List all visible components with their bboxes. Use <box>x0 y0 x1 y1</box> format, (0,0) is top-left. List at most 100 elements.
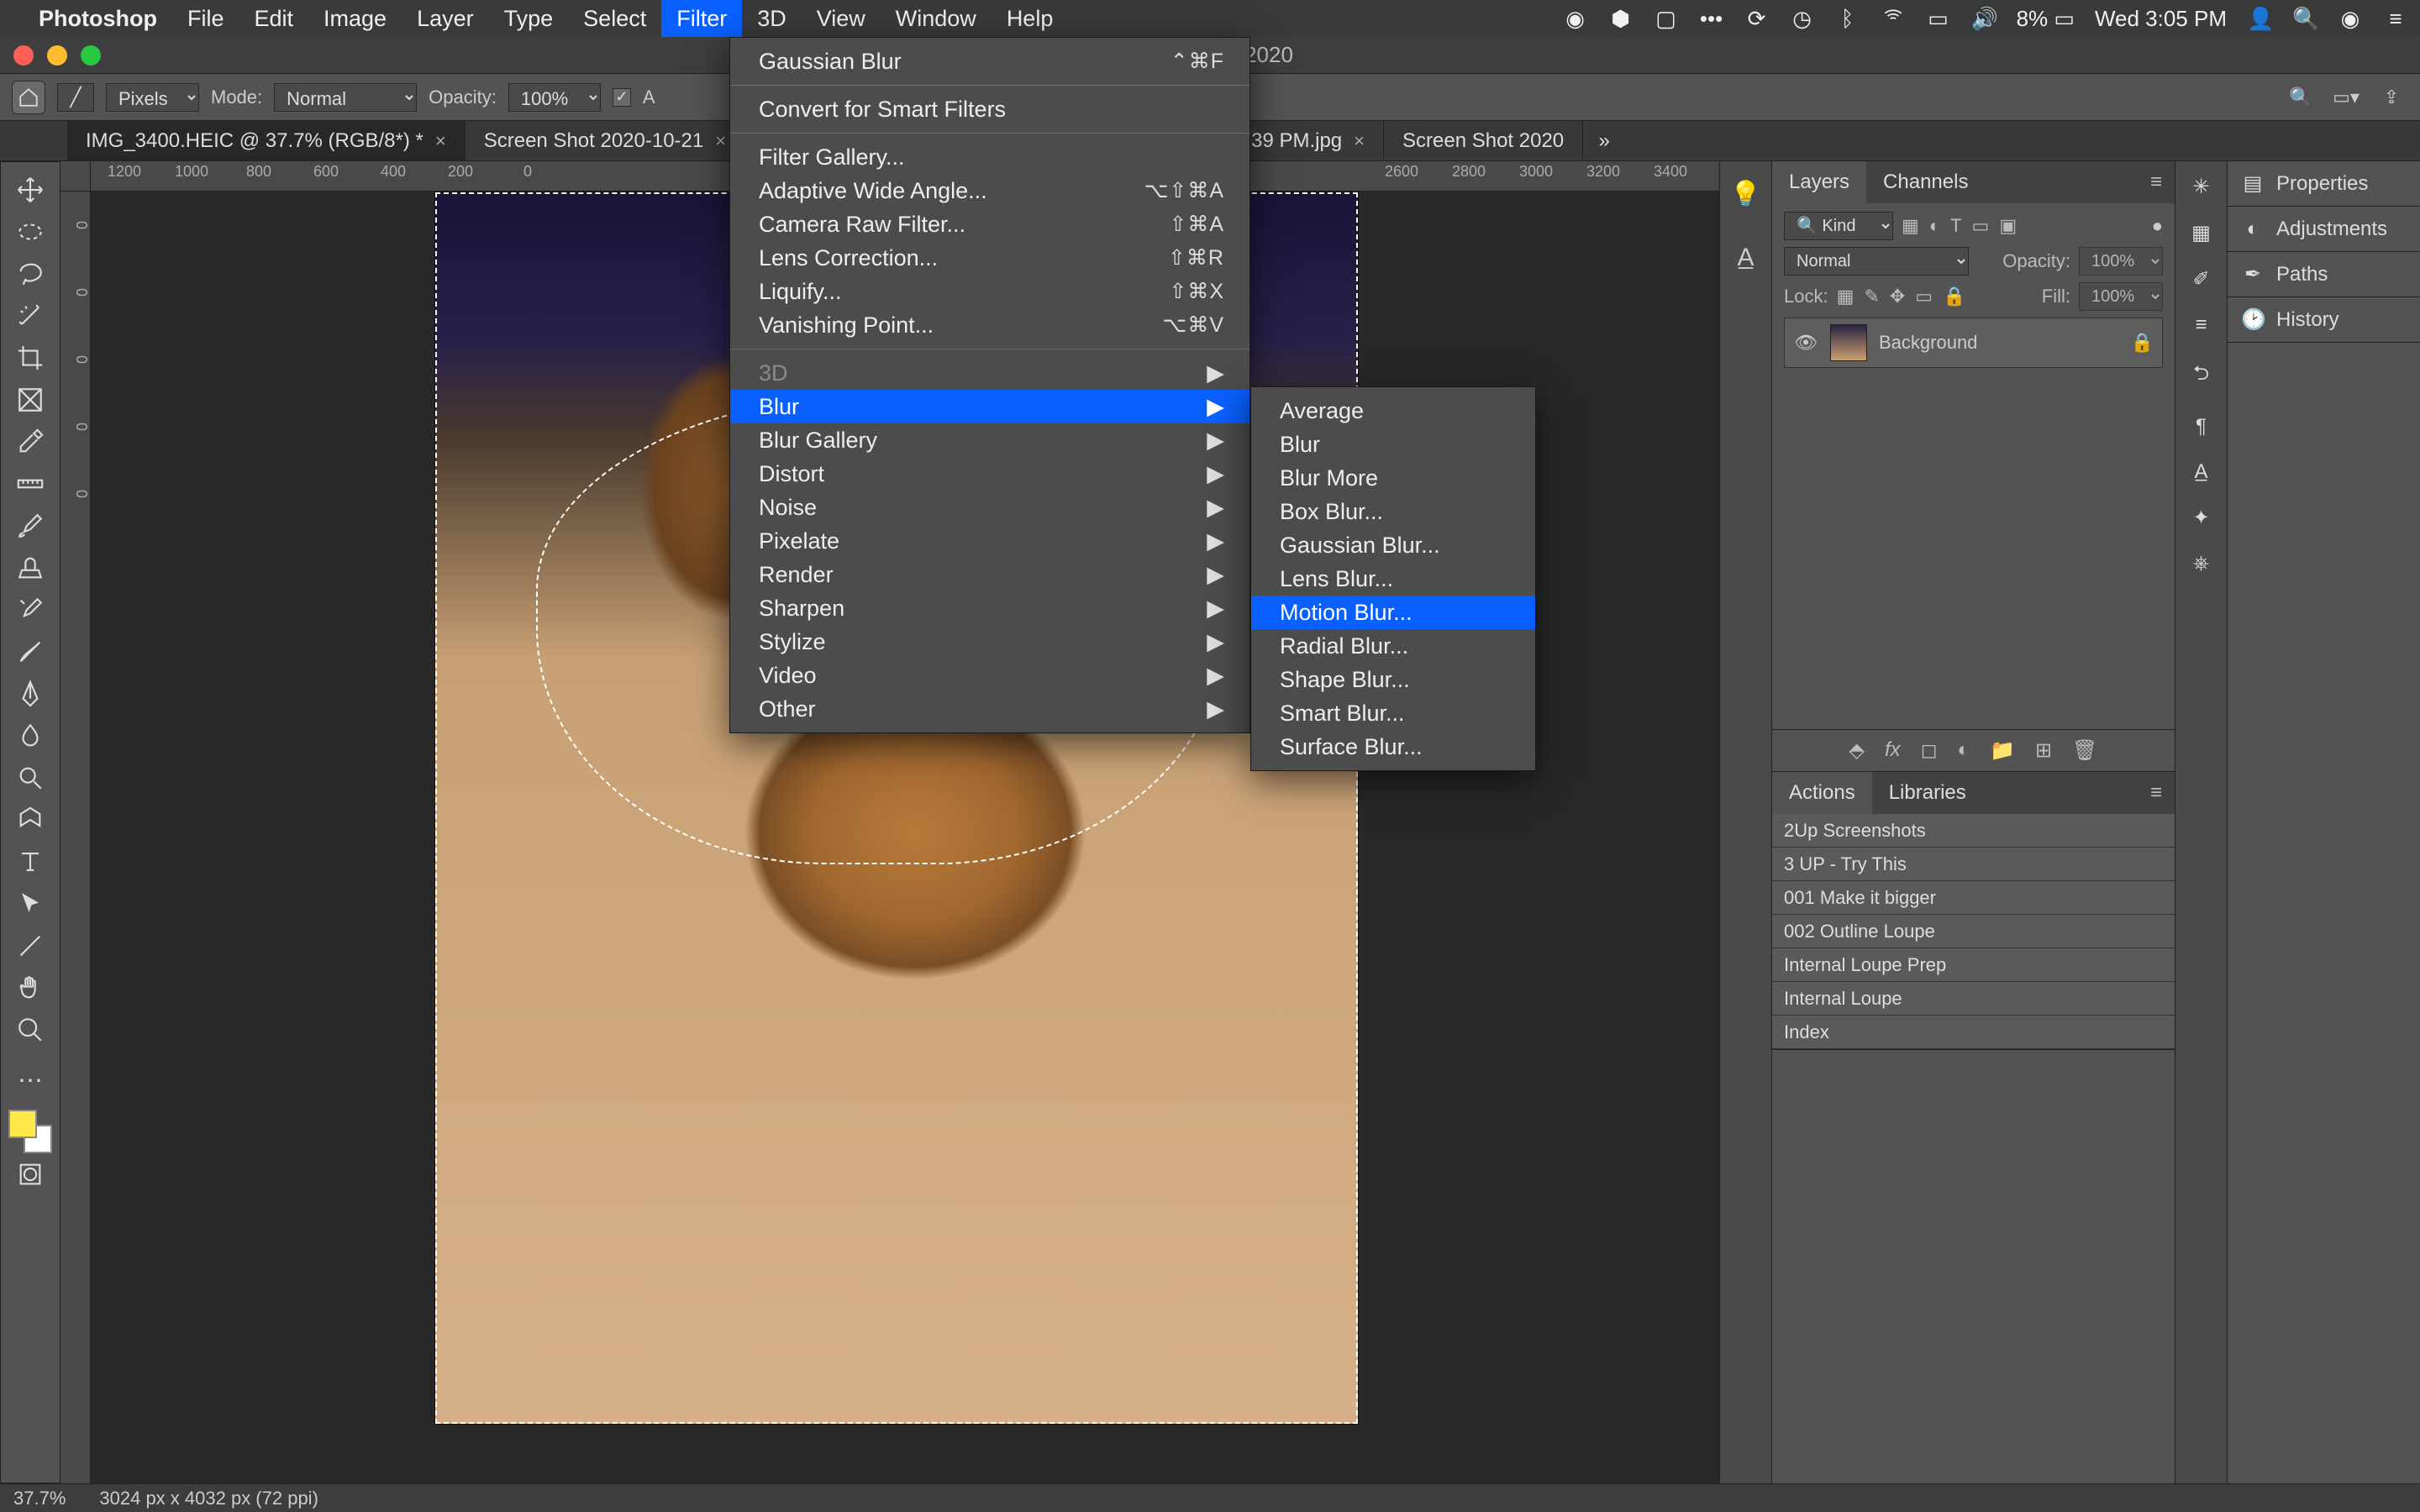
menu-filter[interactable]: Filter <box>661 0 742 37</box>
document-tab[interactable]: IMG_3400.HEIC @ 37.7% (RGB/8*) * × <box>67 121 466 160</box>
styles-panel-icon[interactable]: ✦ <box>2192 506 2209 530</box>
airplay-icon[interactable]: ▢ <box>1654 6 1679 32</box>
unit-select[interactable]: Pixels <box>106 83 199 112</box>
close-tab-icon[interactable]: × <box>715 130 726 152</box>
swatches-panel-icon[interactable]: ▦ <box>2191 221 2211 245</box>
menu-item-vanishing-point[interactable]: Vanishing Point...⌥⌘V <box>730 308 1249 342</box>
menu-image[interactable]: Image <box>308 0 402 37</box>
new-layer-icon[interactable]: ⊞ <box>2035 738 2052 763</box>
edit-toolbar-button[interactable]: ⋯ <box>7 1059 54 1101</box>
menu-item-lens-blur[interactable]: Lens Blur... <box>1251 562 1535 596</box>
home-button[interactable] <box>12 81 45 114</box>
zoom-window-button[interactable] <box>81 45 101 66</box>
filter-pixel-icon[interactable]: ▦ <box>1902 215 1919 237</box>
magic-wand-tool[interactable] <box>7 295 54 337</box>
menu-edit[interactable]: Edit <box>239 0 309 37</box>
action-row[interactable]: Internal Loupe Prep <box>1772 948 2175 982</box>
document-tab[interactable]: 39 PM.jpg × <box>1233 121 1384 160</box>
zoom-level[interactable]: 37.7% <box>13 1488 66 1509</box>
timemachine-icon[interactable]: ◷ <box>1790 6 1815 32</box>
menu-item-box-blur[interactable]: Box Blur... <box>1251 495 1535 528</box>
layer-visibility-icon[interactable]: 👁 <box>1793 332 1818 354</box>
vertical-ruler[interactable]: 00000 <box>60 192 91 1483</box>
anti-alias-checkbox[interactable]: ✓ <box>613 88 631 107</box>
blur-tool[interactable] <box>7 715 54 757</box>
share-icon[interactable]: ⇪ <box>2375 81 2408 114</box>
status-record-icon[interactable]: ◉ <box>1563 6 1588 32</box>
brush-tool[interactable] <box>7 505 54 547</box>
minimize-window-button[interactable] <box>47 45 67 66</box>
menu-item-lens-correction[interactable]: Lens Correction...⇧⌘R <box>730 241 1249 275</box>
color-panel-icon[interactable]: ✳ <box>2192 175 2209 199</box>
filter-smart-icon[interactable]: ▣ <box>1999 215 2017 237</box>
lock-position-icon[interactable]: ✥ <box>1890 286 1905 307</box>
menu-window[interactable]: Window <box>881 0 992 37</box>
color-swatches[interactable] <box>8 1110 52 1153</box>
menu-item-other[interactable]: Other▶ <box>730 692 1249 726</box>
document-info[interactable]: 3024 px x 4032 px (72 ppi) <box>99 1488 318 1509</box>
menu-layer[interactable]: Layer <box>402 0 489 37</box>
layer-row[interactable]: 👁 Background 🔒 <box>1784 318 2163 368</box>
close-window-button[interactable] <box>13 45 34 66</box>
adjustments-panel-tab[interactable]: ◐Adjustments <box>2228 207 2420 252</box>
pen-tool[interactable] <box>7 673 54 715</box>
tool-preset-picker[interactable]: ╱ <box>57 83 94 112</box>
layer-opacity-value[interactable]: 100% <box>2079 247 2163 276</box>
menu-item-render[interactable]: Render▶ <box>730 558 1249 591</box>
menu-item-camera-raw[interactable]: Camera Raw Filter...⇧⌘A <box>730 207 1249 241</box>
frame-tool[interactable] <box>7 379 54 421</box>
paths-panel-tab[interactable]: ✒Paths <box>2228 252 2420 297</box>
line-tool[interactable] <box>7 925 54 967</box>
menu-item-gaussian-blur[interactable]: Gaussian Blur... <box>1251 528 1535 562</box>
filter-adjustment-icon[interactable]: ◐ <box>1929 215 1940 237</box>
menu-item-video[interactable]: Video▶ <box>730 659 1249 692</box>
document-tab[interactable]: Screen Shot 2020 <box>1384 121 1583 160</box>
sync-icon[interactable]: ⟳ <box>1744 6 1770 32</box>
bluetooth-icon[interactable]: ᛒ <box>1835 6 1860 32</box>
learn-panel-icon[interactable]: 💡 <box>1727 175 1765 213</box>
layer-blend-mode[interactable]: Normal <box>1784 247 1969 276</box>
panel-menu-icon[interactable]: ≡ <box>2138 161 2175 203</box>
menu-3d[interactable]: 3D <box>742 0 802 37</box>
lock-transparency-icon[interactable]: ▦ <box>1837 286 1854 307</box>
menu-item-adaptive-wide-angle[interactable]: Adaptive Wide Angle...⌥⇧⌘A <box>730 174 1249 207</box>
eyedropper-tool[interactable] <box>7 421 54 463</box>
layer-mask-icon[interactable]: ◻ <box>1921 738 1938 763</box>
dropbox-icon[interactable]: ⬢ <box>1608 6 1634 32</box>
foreground-color-swatch[interactable] <box>8 1110 37 1138</box>
lock-artboard-icon[interactable]: ▭ <box>1915 286 1933 307</box>
character-panel-icon[interactable]: A̲ <box>2194 460 2207 484</box>
menu-item-blur-more[interactable]: Blur More <box>1251 461 1535 495</box>
lock-image-icon[interactable]: ✎ <box>1864 286 1879 307</box>
history-panel-tab[interactable]: 🕑History <box>2228 297 2420 343</box>
crop-tool[interactable] <box>7 337 54 379</box>
menu-type[interactable]: Type <box>489 0 569 37</box>
brushes-panel-icon[interactable]: ✐ <box>2192 267 2209 291</box>
blend-mode-select[interactable]: Normal <box>274 83 417 112</box>
menu-file[interactable]: File <box>172 0 239 37</box>
user-icon[interactable]: 👤 <box>2247 6 2272 32</box>
document-tab[interactable]: Screen Shot 2020-10-21 × <box>466 121 745 160</box>
libraries-tab[interactable]: Libraries <box>1872 772 1983 814</box>
menu-item-convert-smart[interactable]: Convert for Smart Filters <box>730 92 1249 126</box>
menu-item-distort[interactable]: Distort▶ <box>730 457 1249 491</box>
battery-percent[interactable]: 8% ▭ <box>2017 6 2075 32</box>
artboard-tool[interactable] <box>7 799 54 841</box>
quick-mask-toggle[interactable] <box>7 1153 54 1195</box>
spotlight-icon[interactable]: 🔍 <box>2292 6 2317 32</box>
layer-name[interactable]: Background <box>1879 332 1977 354</box>
clone-source-icon[interactable]: ⮌ <box>2193 359 2209 393</box>
menu-item-noise[interactable]: Noise▶ <box>730 491 1249 524</box>
history-brush-tool[interactable] <box>7 589 54 631</box>
menu-item-pixelate[interactable]: Pixelate▶ <box>730 524 1249 558</box>
volume-icon[interactable]: 🔊 <box>1971 6 1996 32</box>
layer-locked-icon[interactable]: 🔒 <box>2131 332 2154 354</box>
adjustment-layer-icon[interactable]: ◐ <box>1958 738 1970 763</box>
channels-tab[interactable]: Channels <box>1866 161 1985 203</box>
ruler-origin[interactable] <box>60 161 91 192</box>
tab-overflow-button[interactable]: » <box>1583 121 1625 160</box>
menu-select[interactable]: Select <box>568 0 661 37</box>
ruler-tool[interactable] <box>7 463 54 505</box>
actions-tab[interactable]: Actions <box>1772 772 1872 814</box>
paragraph-panel-icon[interactable]: ¶ <box>2196 415 2207 438</box>
